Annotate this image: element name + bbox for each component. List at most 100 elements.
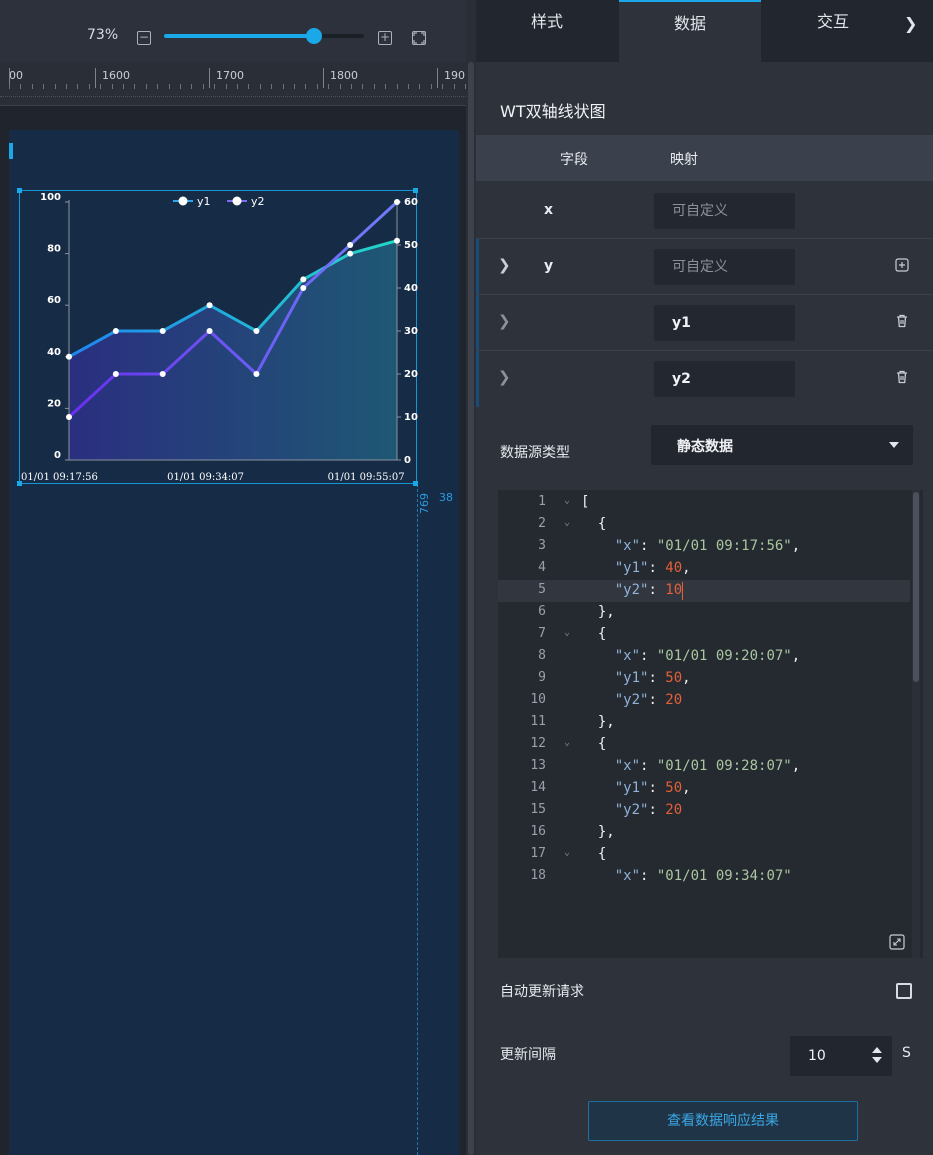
delete-trash-icon[interactable] [895, 314, 909, 328]
json-key: "y2" [614, 692, 649, 708]
ruler-minor-tick [351, 84, 352, 89]
canvas-scrollbar[interactable] [466, 0, 476, 1155]
ruler-minor-tick [157, 84, 158, 89]
json-value: "01/01 09:17:56" [656, 538, 792, 554]
ruler-minor-tick [237, 84, 238, 89]
ruler-label: 190 [444, 69, 465, 82]
data-point-y1 [159, 328, 166, 334]
zoom-slider-handle[interactable] [306, 28, 322, 44]
chevron-right-icon[interactable]: ❯ [904, 14, 917, 33]
mapping-row-y[interactable]: ❯ y 可自定义 [476, 239, 933, 295]
data-point-y2 [66, 414, 72, 420]
tab-interaction[interactable]: 交互 [762, 0, 904, 62]
editor-scrollbar[interactable] [912, 490, 920, 958]
panel-tabs: 样式 数据 交互 ❯ [476, 0, 933, 62]
update-interval-value[interactable]: 10 [808, 1048, 826, 1064]
line-number: 5 [538, 582, 546, 597]
ruler-minor-tick [305, 84, 306, 89]
auto-update-label: 自动更新请求 [500, 984, 584, 1000]
expand-chevron-icon[interactable]: ❯ [498, 256, 511, 274]
ruler-minor-tick [294, 84, 295, 89]
data-point-y2 [300, 285, 307, 291]
tab-data[interactable]: 数据 [619, 0, 761, 62]
code-line: 5 "y2": 10 [498, 580, 910, 602]
fold-toggle-icon[interactable]: ⌄ [564, 517, 570, 528]
code-line: 8 "x": "01/01 09:20:07", [498, 646, 910, 668]
code-text: }, [581, 604, 615, 620]
delete-trash-icon[interactable] [895, 370, 909, 384]
code-text: [ [581, 494, 590, 510]
zoom-toolbar: 73% − + [0, 0, 466, 62]
ruler-label: 1700 [216, 69, 244, 82]
json-value: 50 [665, 670, 683, 686]
y-right-tick-label: 50 [404, 240, 418, 251]
stepper-up-icon[interactable] [872, 1047, 882, 1053]
code-line: 13 "x": "01/01 09:28:07", [498, 756, 910, 778]
ruler-minor-tick [203, 84, 204, 89]
y-left-tick-label: 0 [54, 450, 61, 461]
update-interval-stepper[interactable]: 10 [790, 1036, 892, 1076]
editor-scrollbar-thumb[interactable] [913, 492, 919, 682]
code-text: { [581, 626, 607, 642]
line-number: 8 [538, 648, 546, 663]
ruler-label: 1600 [102, 69, 130, 82]
data-point-y1 [112, 328, 119, 334]
code-text: "y2": 20 [614, 802, 683, 818]
zoom-out-button[interactable]: − [137, 31, 151, 45]
row-accent [476, 351, 479, 407]
code-line: 4 "y1": 40, [498, 558, 910, 580]
ruler-major-tick [95, 68, 96, 88]
zoom-slider[interactable] [164, 28, 364, 44]
json-value: 50 [665, 780, 683, 796]
canvas-scrollbar-thumb[interactable] [468, 62, 474, 1155]
line-number: 11 [530, 714, 546, 729]
fold-toggle-icon[interactable]: ⌄ [564, 495, 570, 506]
auto-update-checkbox[interactable] [896, 983, 912, 999]
ruler-minor-tick [214, 84, 215, 89]
ruler-minor-tick [191, 84, 192, 89]
guide-offset-label: 769 [418, 493, 431, 514]
position-guide [417, 484, 418, 1155]
y-left-tick-label: 20 [47, 398, 61, 409]
ruler-minor-tick [340, 84, 341, 89]
mapping-input-x[interactable]: 可自定义 [654, 193, 795, 229]
expand-chevron-icon[interactable]: ❯ [498, 312, 511, 330]
datasource-type-select[interactable]: 静态数据 [651, 425, 913, 465]
fold-toggle-icon[interactable]: ⌄ [564, 627, 570, 638]
ruler-minor-tick [20, 84, 21, 89]
fit-screen-button[interactable] [412, 31, 426, 45]
view-response-button[interactable]: 查看数据响应结果 [588, 1101, 858, 1141]
ruler-minor-tick [55, 84, 56, 89]
mapping-input-y[interactable]: 可自定义 [654, 249, 795, 285]
json-key: "y2" [614, 582, 649, 598]
line-number: 7 [538, 626, 546, 641]
fold-toggle-icon[interactable]: ⌄ [564, 847, 570, 858]
y-right-tick-label: 20 [404, 369, 418, 380]
stepper-down-icon[interactable] [872, 1057, 882, 1063]
update-interval-label: 更新间隔 [500, 1047, 556, 1063]
code-text: }, [581, 824, 615, 840]
legend-marker [178, 196, 188, 206]
add-field-icon[interactable] [895, 258, 909, 272]
dual-axis-line-chart[interactable]: 0 20 40 60 80 100 0 10 20 30 40 50 60 01/01 09:17:56 0… [19, 190, 419, 486]
tab-style[interactable]: 样式 [476, 0, 618, 62]
mapping-row-y2[interactable]: ❯ y2 [476, 351, 933, 407]
data-point-y1 [347, 250, 354, 257]
mapping-row-y1[interactable]: ❯ y1 [476, 295, 933, 351]
expand-chevron-icon[interactable]: ❯ [498, 368, 511, 386]
ruler-minor-tick [112, 84, 113, 89]
mapping-input-y2[interactable]: y2 [654, 361, 795, 397]
json-value: 20 [665, 802, 683, 818]
zoom-in-button[interactable]: + [378, 31, 392, 45]
ruler-minor-tick [146, 84, 147, 89]
json-key: "x" [614, 758, 641, 774]
code-line: 18 "x": "01/01 09:34:07" [498, 866, 910, 888]
row-accent [476, 239, 479, 295]
fullscreen-icon[interactable] [889, 934, 905, 950]
code-line: 7 ⌄ { [498, 624, 910, 646]
json-code-editor[interactable]: 1 ⌄[2 ⌄ {3 "x": "01/01 09:17:56", 4 "y1": 4… [498, 490, 923, 958]
fold-toggle-icon[interactable]: ⌄ [564, 737, 570, 748]
mapping-input-y1[interactable]: y1 [654, 305, 795, 341]
ruler-minor-tick [374, 84, 375, 89]
legend-marker [232, 196, 242, 206]
